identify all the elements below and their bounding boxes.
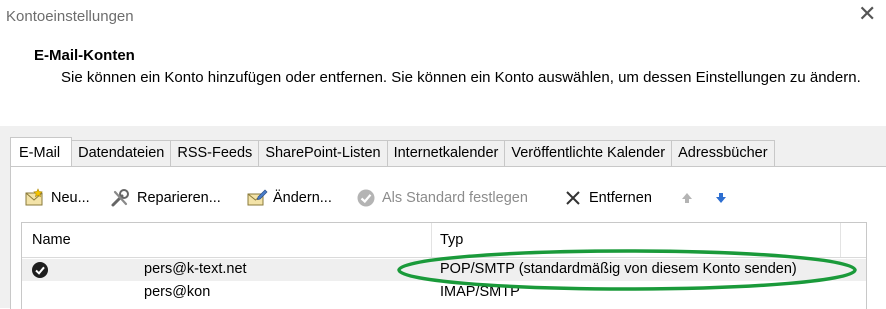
new-account-icon (24, 187, 46, 209)
column-name-header[interactable]: Name (32, 232, 71, 248)
wrench-icon (110, 187, 132, 209)
window-title: Kontoeinstellungen (6, 8, 134, 25)
tab-strip: E-Mail Datendateien RSS-Feeds SharePoint… (10, 137, 775, 166)
title-bar: Kontoeinstellungen ✕ (0, 0, 886, 34)
column-divider (840, 223, 841, 257)
tab-address-books[interactable]: Adressbücher (671, 140, 775, 166)
column-divider (431, 223, 432, 257)
default-account-icon (31, 261, 49, 283)
remove-button[interactable]: Entfernen (562, 186, 652, 210)
account-name: pers@k-text.net (144, 261, 247, 277)
arrow-up-icon (676, 187, 698, 209)
x-icon (562, 187, 584, 209)
tab-sharepoint-lists[interactable]: SharePoint-Listen (258, 140, 388, 166)
account-type: IMAP/SMTP (440, 284, 520, 300)
checkmark-circle-icon (355, 187, 377, 209)
repair-label: Reparieren... (137, 190, 221, 206)
tab-published-calendars[interactable]: Veröffentlichte Kalender (504, 140, 673, 166)
set-default-button[interactable]: Als Standard festlegen (355, 186, 528, 210)
repair-button[interactable]: Reparieren... (110, 186, 221, 210)
header-section: E-Mail-Konten Sie können ein Konto hinzu… (0, 34, 886, 127)
tab-rss-feeds[interactable]: RSS-Feeds (170, 140, 260, 166)
change-account-icon (246, 187, 268, 209)
section-description: Sie können ein Konto hinzufügen oder ent… (61, 69, 861, 86)
change-button[interactable]: Ändern... (246, 186, 332, 210)
tab-internet-calendars[interactable]: Internetkalender (386, 140, 506, 166)
set-default-label: Als Standard festlegen (382, 190, 528, 206)
table-row[interactable]: pers@k-text.net POP/SMTP (standardmäßig … (22, 259, 866, 281)
remove-label: Entfernen (589, 190, 652, 206)
accounts-list: Name Typ pers@k-text.net POP/SMTP (stand… (21, 222, 867, 309)
account-name: pers@kon (144, 284, 211, 300)
move-down-button[interactable] (710, 186, 737, 210)
close-icon[interactable]: ✕ (858, 3, 876, 25)
tab-data-files[interactable]: Datendateien (71, 140, 172, 166)
list-header: Name Typ (22, 223, 866, 258)
new-account-button[interactable]: Neu... (24, 186, 90, 210)
section-title: E-Mail-Konten (34, 47, 135, 64)
tab-email[interactable]: E-Mail (10, 137, 73, 166)
move-up-button[interactable] (676, 186, 703, 210)
account-type: POP/SMTP (standardmäßig von diesem Konto… (440, 261, 797, 277)
table-row[interactable]: pers@kon IMAP/SMTP (22, 282, 866, 304)
column-type-header[interactable]: Typ (440, 232, 463, 248)
change-label: Ändern... (273, 190, 332, 206)
new-account-label: Neu... (51, 190, 90, 206)
arrow-down-icon (710, 187, 732, 209)
